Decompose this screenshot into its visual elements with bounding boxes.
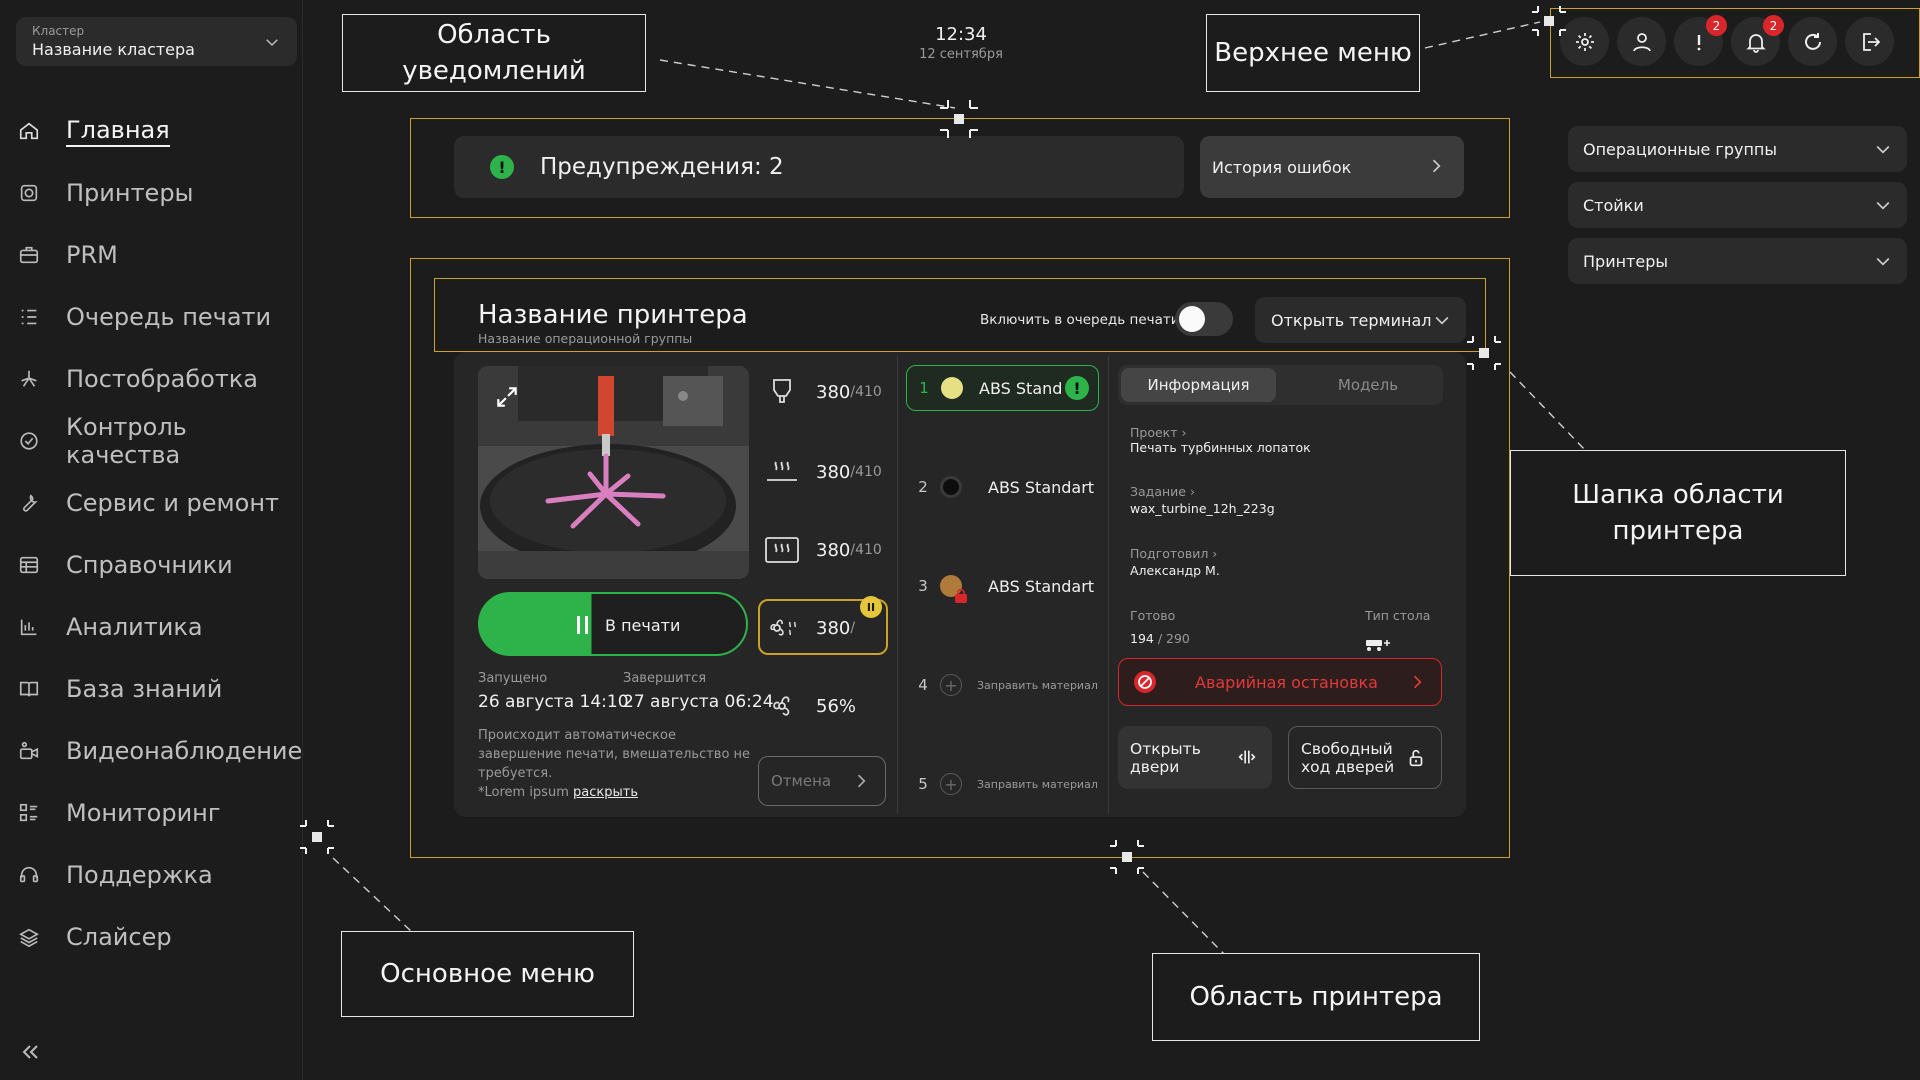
filter-label: Стойки [1583,195,1644,215]
table-icon [18,554,40,576]
menu-label: Принтеры [66,179,194,207]
annotation-top-menu: Верхнее меню [1206,14,1420,92]
menu-label: Поддержка [66,861,213,889]
menu-item-prm[interactable]: PRM [18,224,308,286]
clock: 12:34 12 сентября [900,24,1022,62]
annotation-main-menu: Основное меню [341,931,634,1017]
camera-icon [18,740,40,762]
menu-label: Главная [66,116,170,147]
annotation-printer-header: Шапка области принтера [1510,450,1846,576]
top-menu-frame [1550,8,1920,78]
cluster-label: Кластер [32,24,85,38]
filter-printers[interactable]: Принтеры [1568,238,1907,284]
chevron-down-icon [1876,145,1890,154]
menu-label: Видеонаблюдение [66,737,303,765]
menu-label: Постобработка [66,365,258,393]
headset-icon [18,864,40,886]
queue-icon [18,306,40,328]
clock-date: 12 сентября [919,47,1003,62]
clock-time: 12:34 [935,24,987,45]
wrench-icon [18,492,40,514]
collapse-sidebar-icon[interactable] [18,1040,42,1064]
menu-label: Контроль качества [66,413,187,469]
annotation-printer-area: Область принтера [1152,953,1480,1041]
cluster-value: Название кластера [32,40,195,59]
menu-item-quality-control[interactable]: Контроль качества [18,410,308,472]
menu-label: Сервис и ремонт [66,489,280,517]
menu-item-monitoring[interactable]: Мониторинг [18,782,308,844]
menu-label: Очередь печати [66,303,272,331]
layers-icon [18,926,40,948]
briefcase-icon [18,244,40,266]
menu-label: PRM [66,241,118,269]
menu-item-print-queue[interactable]: Очередь печати [18,286,308,348]
menu-label: Слайсер [66,923,172,951]
menu-item-video[interactable]: Видеонаблюдение [18,720,308,782]
chevron-down-icon [1876,257,1890,266]
cluster-select[interactable]: Кластер Название кластера [16,17,297,66]
chevron-down-icon [1876,201,1890,210]
menu-label: Мониторинг [66,799,221,827]
notification-area-frame [410,118,1510,218]
grid-list-icon [18,802,40,824]
printer-icon [18,182,40,204]
menu-item-printers[interactable]: Принтеры [18,162,308,224]
main-menu: Главная Принтеры PRM Очередь печати Пост… [18,100,308,968]
menu-item-support[interactable]: Поддержка [18,844,308,906]
bar-chart-icon [18,616,40,638]
menu-item-home[interactable]: Главная [18,100,308,162]
book-icon [18,678,40,700]
menu-item-slicer[interactable]: Слайсер [18,906,308,968]
menu-item-knowledge-base[interactable]: База знаний [18,658,308,720]
menu-label: Аналитика [66,613,203,641]
home-icon [18,120,40,142]
filter-racks[interactable]: Стойки [1568,182,1907,228]
menu-label: База знаний [66,675,223,703]
menu-label: Справочники [66,551,233,579]
filter-label: Операционные группы [1583,139,1778,159]
printer-header-frame [434,278,1486,352]
menu-item-postprocessing[interactable]: Постобработка [18,348,308,410]
check-circle-icon [18,430,40,452]
menu-item-references[interactable]: Справочники [18,534,308,596]
filter-label: Принтеры [1583,251,1668,271]
annotation-notifications: Область уведомлений [342,14,646,92]
postprocess-icon [18,368,40,390]
menu-item-service[interactable]: Сервис и ремонт [18,472,308,534]
chevron-down-icon [266,39,278,47]
filter-operational-groups[interactable]: Операционные группы [1568,126,1907,172]
menu-item-analytics[interactable]: Аналитика [18,596,308,658]
